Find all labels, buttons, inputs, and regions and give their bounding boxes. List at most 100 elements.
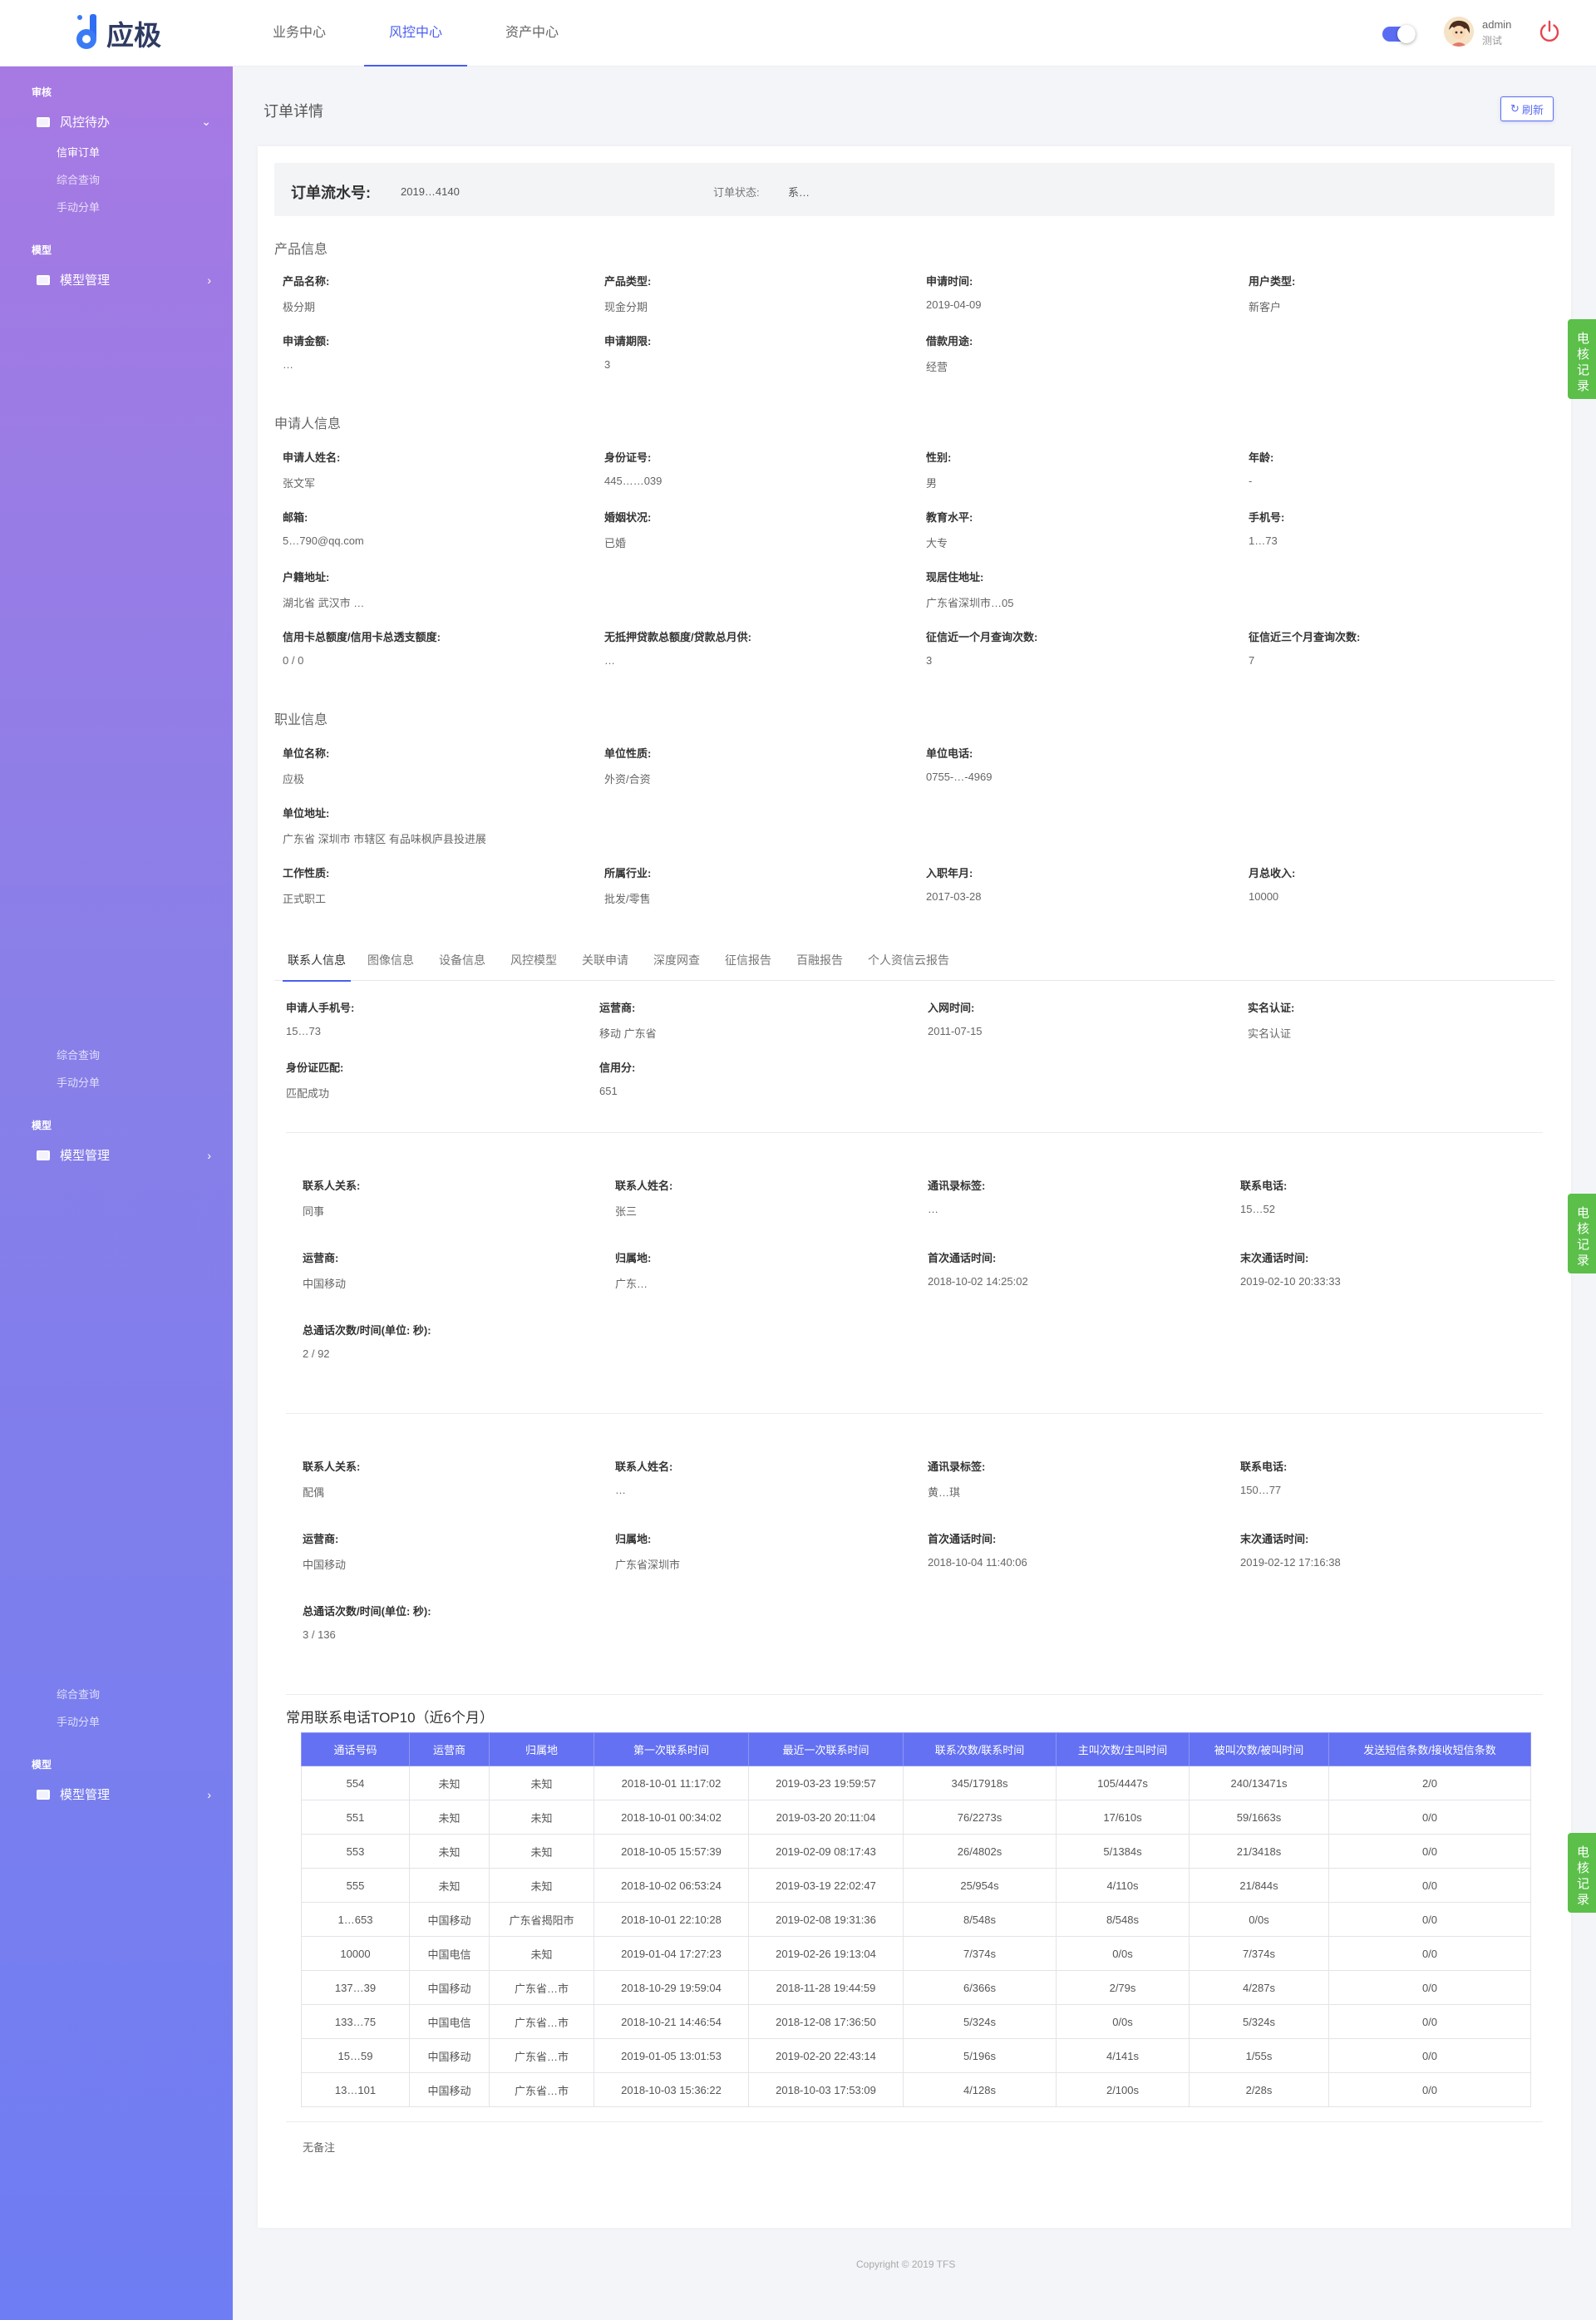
sidebar-sub-manual-assign[interactable]: 手动分单 xyxy=(57,199,100,214)
divider xyxy=(286,1413,1543,1414)
field-label: 总通话次数/时间(单位: 秒): xyxy=(303,1324,431,1337)
chevron-right-icon: › xyxy=(207,1787,211,1801)
table-row: 553 未知 未知 2018-10-05 15:57:39 2019-02-09 08:… xyxy=(301,1834,1531,1869)
table-cell: 2018-10-05 15:57:39 xyxy=(594,1834,749,1869)
logo-text: 应极 xyxy=(106,20,161,51)
field-value: 大专 xyxy=(926,537,948,549)
field-value: 3 xyxy=(926,654,933,667)
call-record-tab[interactable]: 电核记录 xyxy=(1568,1833,1596,1913)
tab-personal-credit-cloud[interactable]: 个人资信云报告 xyxy=(868,948,949,981)
logo[interactable]: 应极 xyxy=(75,12,161,55)
table-cell: 2019-01-05 13:01:53 xyxy=(594,2038,749,2073)
sidebar-sub-manual-assign[interactable]: 手动分单 xyxy=(57,1713,100,1729)
table-cell: 137…39 xyxy=(301,1970,410,2005)
table-cell: 1…653 xyxy=(301,1902,410,1937)
table-header-row: 通话号码 运营商 归属地 第一次联系时间 最近一次联系时间 联系次数/联系时间 … xyxy=(301,1732,1531,1766)
sidebar-group-model: 模型 xyxy=(32,244,52,256)
sidebar-item-model-mgmt[interactable]: 模型管理 › xyxy=(37,1786,211,1803)
table-cell: 15…59 xyxy=(301,2038,410,2073)
field-label: 工作性质: xyxy=(283,867,330,879)
field-label: 总通话次数/时间(单位: 秒): xyxy=(303,1605,431,1618)
col-first-contact: 第一次联系时间 xyxy=(594,1732,749,1766)
table-cell: 广东省…市 xyxy=(489,2004,594,2039)
field-label: 无抵押贷款总额度/贷款总月供: xyxy=(604,631,751,643)
tab-image-info[interactable]: 图像信息 xyxy=(367,948,414,981)
power-icon[interactable] xyxy=(1537,18,1562,43)
field-value: 正式职工 xyxy=(283,893,327,905)
table-cell: 2/79s xyxy=(1056,1970,1190,2005)
table-cell: 5/324s xyxy=(903,2004,1057,2039)
sidebar-item-label: 模型管理 xyxy=(60,1788,111,1802)
field-value: 黄…琪 xyxy=(928,1486,961,1499)
call-record-tab[interactable]: 电核记录 xyxy=(1568,319,1596,399)
tab-related-applications[interactable]: 关联申请 xyxy=(582,948,628,981)
field-value: 150…77 xyxy=(1240,1484,1282,1496)
tab-deep-web-check[interactable]: 深度网查 xyxy=(653,948,700,981)
tab-device-info[interactable]: 设备信息 xyxy=(439,948,485,981)
table-cell: 2019-02-26 19:13:04 xyxy=(748,1936,904,1971)
field-label: 通讯录标签: xyxy=(928,1460,986,1473)
table-cell: 2/0 xyxy=(1328,1766,1531,1800)
table-cell: 13…101 xyxy=(301,2072,410,2107)
sidebar-item-label: 模型管理 xyxy=(60,273,111,288)
call-record-tab[interactable]: 电核记录 xyxy=(1568,1194,1596,1273)
field-value: 经营 xyxy=(926,361,948,373)
table-cell: 2019-02-08 19:31:36 xyxy=(748,1902,904,1937)
order-detail-card: 订单流水号: 2019…4140 订单状态: 系… 产品信息 产品名称: 极分期 产… xyxy=(258,146,1571,2228)
field-label: 联系人关系: xyxy=(303,1460,361,1473)
table-cell: 5/324s xyxy=(1189,2004,1329,2039)
sidebar-item-risk-pending[interactable]: 风控待办 ⌄ xyxy=(37,113,211,131)
folder-icon xyxy=(37,1789,50,1800)
user-name[interactable]: admin xyxy=(1482,18,1511,31)
sidebar-sub-query[interactable]: 综合查询 xyxy=(57,1047,100,1062)
avatar-icon xyxy=(1444,17,1474,47)
field-label: 信用卡总额度/信用卡总透支额度: xyxy=(283,631,441,643)
tab-business-center[interactable]: 业务中心 xyxy=(241,0,357,66)
table-cell: 中国移动 xyxy=(409,1970,490,2005)
field-label: 现居住地址: xyxy=(926,571,984,584)
table-cell: 17/610s xyxy=(1056,1800,1190,1835)
sidebar-item-model-mgmt[interactable]: 模型管理 › xyxy=(37,1146,211,1164)
field-value: 15…52 xyxy=(1240,1203,1275,1215)
tab-risk-model[interactable]: 风控模型 xyxy=(510,948,557,981)
field-label: 末次通话时间: xyxy=(1240,1252,1309,1264)
col-sms: 发送短信条数/接收短信条数 xyxy=(1328,1732,1531,1766)
theme-toggle[interactable] xyxy=(1382,25,1416,43)
table-row: 1…653 中国移动 广东省揭阳市 2018-10-01 22:10:28 2019-0… xyxy=(301,1902,1531,1937)
table-cell: 未知 xyxy=(409,1834,490,1869)
field-value: 2019-02-12 17:16:38 xyxy=(1240,1556,1341,1569)
field-value: 中国移动 xyxy=(303,1278,347,1290)
table-row: 13…101 中国移动 广东省…市 2018-10-03 15:36:22 2018-1… xyxy=(301,2072,1531,2107)
sidebar-sub-query[interactable]: 综合查询 xyxy=(57,1686,100,1702)
field-label: 单位电话: xyxy=(926,747,973,760)
tab-risk-center[interactable]: 风控中心 xyxy=(357,0,474,66)
sidebar-sub-credit-orders[interactable]: 信审订单 xyxy=(57,144,100,160)
tab-credit-report[interactable]: 征信报告 xyxy=(725,948,771,981)
table-cell: 2018-10-29 19:59:04 xyxy=(594,1970,749,2005)
sidebar-sub-manual-assign[interactable]: 手动分单 xyxy=(57,1074,100,1090)
tab-asset-center[interactable]: 资产中心 xyxy=(474,0,590,66)
sidebar-item-label: 风控待办 xyxy=(60,116,111,130)
field-value: 2 / 92 xyxy=(303,1347,330,1360)
sidebar-item-model-mgmt[interactable]: 模型管理 › xyxy=(37,271,211,288)
field-label: 用户类型: xyxy=(1249,275,1296,288)
chevron-right-icon: › xyxy=(207,1148,211,1162)
sidebar-sub-query[interactable]: 综合查询 xyxy=(57,171,100,187)
field-label: 首次通话时间: xyxy=(928,1252,997,1264)
tab-bairong-report[interactable]: 百融报告 xyxy=(796,948,843,981)
table-cell: 0/0 xyxy=(1328,1800,1531,1835)
table-cell: 广东省…市 xyxy=(489,2038,594,2073)
table-cell: 6/366s xyxy=(903,1970,1057,2005)
field-label: 信用分: xyxy=(599,1061,636,1074)
field-value: 2011-07-15 xyxy=(928,1025,983,1037)
table-cell: 8/548s xyxy=(1056,1902,1190,1937)
table-cell: 2019-02-09 08:17:43 xyxy=(748,1834,904,1869)
table-cell: 76/2273s xyxy=(903,1800,1057,1835)
top-bar: 应极 业务中心 风控中心 资产中心 admin 测试 xyxy=(0,0,1596,66)
sidebar-group-review: 审核 xyxy=(32,86,52,98)
avatar[interactable] xyxy=(1444,17,1474,47)
top10-title: 常用联系电话TOP10（近6个月） xyxy=(286,1710,495,1726)
refresh-button[interactable]: ↻ 刷新 xyxy=(1500,96,1554,121)
tab-contact-info[interactable]: 联系人信息 xyxy=(283,948,351,982)
table-cell: 10000 xyxy=(301,1936,410,1971)
